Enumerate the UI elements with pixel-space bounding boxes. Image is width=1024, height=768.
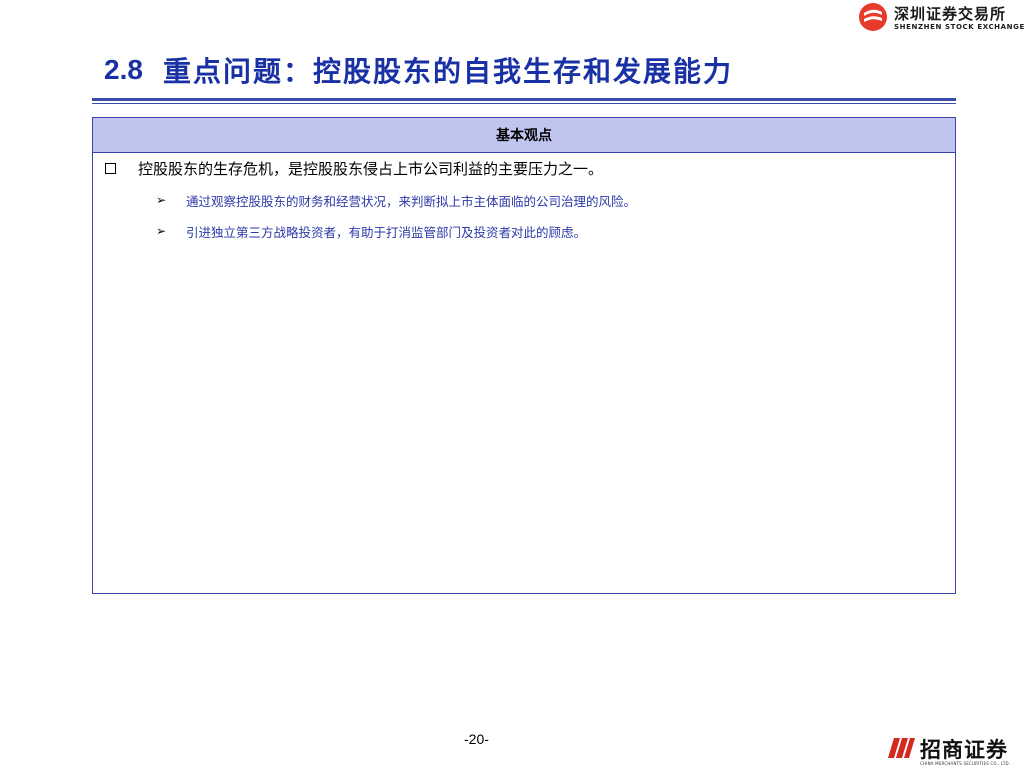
cms-logo: 招商证券 CHINA MERCHANTS SECURITIES CO., LTD…: [886, 734, 1018, 768]
szse-logo-mark-icon: [859, 3, 887, 31]
box-header: 基本观点: [93, 118, 955, 153]
cms-logo-mark-icon: [888, 738, 915, 758]
main-point-text: 控股股东的生存危机，是控股股东侵占上市公司利益的主要压力之一。: [138, 159, 604, 178]
szse-name-cn: 深圳证券交易所: [894, 5, 1007, 23]
sub-point-text: 引进独立第三方战略投资者，有助于打消监管部门及投资者对此的顾虑。: [186, 224, 587, 240]
sub-point-row: ➢ 引进独立第三方战略投资者，有助于打消监管部门及投资者对此的顾虑。: [155, 222, 586, 240]
checkbox-icon: [105, 162, 116, 174]
title-divider-thick: [92, 98, 956, 101]
title-divider-thin: [92, 103, 956, 104]
main-point-row: 控股股东的生存危机，是控股股东侵占上市公司利益的主要压力之一。: [103, 158, 603, 178]
cms-name-cn: 招商证券: [920, 738, 1008, 762]
slide-title: 2.8 重点问题：控股股东的自我生存和发展能力: [104, 50, 733, 90]
page-number: -20-: [464, 731, 489, 747]
slide-title-text: 重点问题：控股股东的自我生存和发展能力: [162, 55, 733, 88]
sub-point-row: ➢ 通过观察控股股东的财务和经营状况，来判断拟上市主体面临的公司治理的风险。: [155, 191, 636, 209]
slide-number: 2.8: [104, 54, 143, 85]
arrow-bullet-icon: ➢: [155, 224, 167, 238]
szse-name-en: SHENZHEN STOCK EXCHANGE: [894, 23, 1024, 31]
szse-logo: 深圳证券交易所 SHENZHEN STOCK EXCHANGE: [858, 2, 1024, 36]
sub-point-text: 通过观察控股股东的财务和经营状况，来判断拟上市主体面临的公司治理的风险。: [186, 193, 637, 209]
viewpoint-box: 基本观点 控股股东的生存危机，是控股股东侵占上市公司利益的主要压力之一。 ➢ 通…: [92, 117, 956, 594]
arrow-bullet-icon: ➢: [155, 193, 167, 207]
cms-name-en: CHINA MERCHANTS SECURITIES CO., LTD.: [920, 761, 1011, 766]
